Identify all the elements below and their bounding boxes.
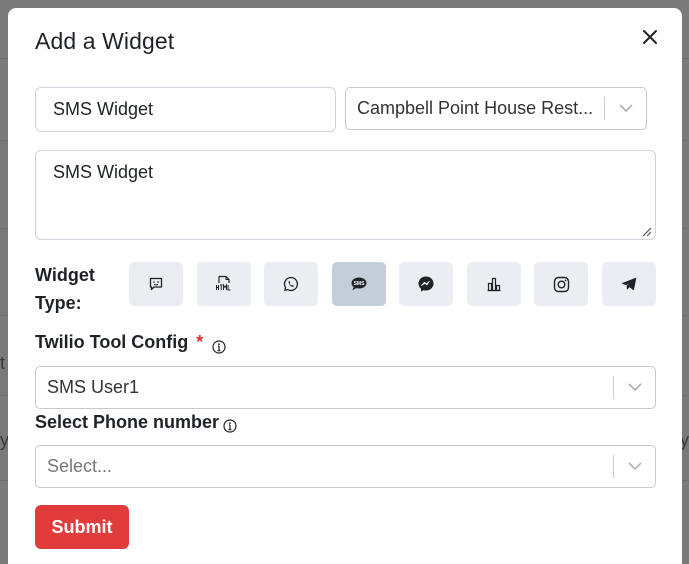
- svg-text:SMS: SMS: [354, 281, 366, 287]
- bar-chart-icon: [487, 277, 501, 292]
- twilio-config-select-value: SMS User1: [47, 377, 140, 397]
- whatsapp-icon: [283, 276, 299, 292]
- required-mark: *: [196, 332, 204, 352]
- chevron-down-icon: [605, 104, 646, 113]
- widget-type-sms-button[interactable]: SMS: [332, 262, 386, 306]
- telegram-icon: [621, 277, 637, 291]
- location-select[interactable]: Campbell Point House Rest...: [345, 87, 647, 130]
- widget-type-messenger-button[interactable]: [399, 262, 453, 306]
- close-icon: [643, 30, 657, 44]
- phone-number-label: Select Phone number: [35, 412, 220, 432]
- twilio-config-label-text: Twilio Tool Config: [35, 332, 189, 352]
- html-icon: [216, 275, 231, 291]
- widget-description-textarea[interactable]: [35, 150, 656, 240]
- close-button[interactable]: [636, 23, 664, 51]
- widget-type-label-line2: Type:: [35, 293, 82, 313]
- widget-type-label-line1: Widget: [35, 265, 95, 285]
- info-icon[interactable]: [223, 419, 237, 433]
- widget-type-whatsapp-button[interactable]: [264, 262, 318, 306]
- messenger-icon: [418, 276, 434, 292]
- chevron-down-icon: [614, 462, 655, 471]
- info-icon[interactable]: [212, 340, 226, 354]
- widget-type-chart-button[interactable]: [467, 262, 521, 306]
- phone-number-select[interactable]: Select...: [35, 445, 656, 488]
- widget-type-instagram-button[interactable]: [534, 262, 588, 306]
- twilio-config-select[interactable]: SMS User1: [35, 366, 656, 409]
- widget-type-html-button[interactable]: [197, 262, 251, 306]
- add-widget-modal: Add a Widget Campbell Point House Rest..…: [8, 8, 682, 564]
- chevron-down-icon: [614, 383, 655, 392]
- widget-name-input[interactable]: [35, 87, 336, 132]
- resize-grip-icon[interactable]: [640, 225, 652, 237]
- widget-type-label: Widget Type:: [35, 261, 95, 317]
- backdrop-text: t: [0, 353, 6, 373]
- sms-icon: SMS: [351, 277, 367, 291]
- phone-number-select-placeholder: Select...: [47, 456, 113, 476]
- chat-bubble-icon: [149, 277, 163, 291]
- widget-type-telegram-button[interactable]: [602, 262, 656, 306]
- modal-title: Add a Widget: [35, 28, 175, 54]
- location-select-value: Campbell Point House Rest...: [357, 98, 594, 118]
- widget-type-chat-button[interactable]: [129, 262, 183, 306]
- instagram-icon: [553, 276, 569, 292]
- submit-button[interactable]: Submit: [35, 505, 129, 549]
- twilio-config-label: Twilio Tool Config *: [35, 332, 203, 353]
